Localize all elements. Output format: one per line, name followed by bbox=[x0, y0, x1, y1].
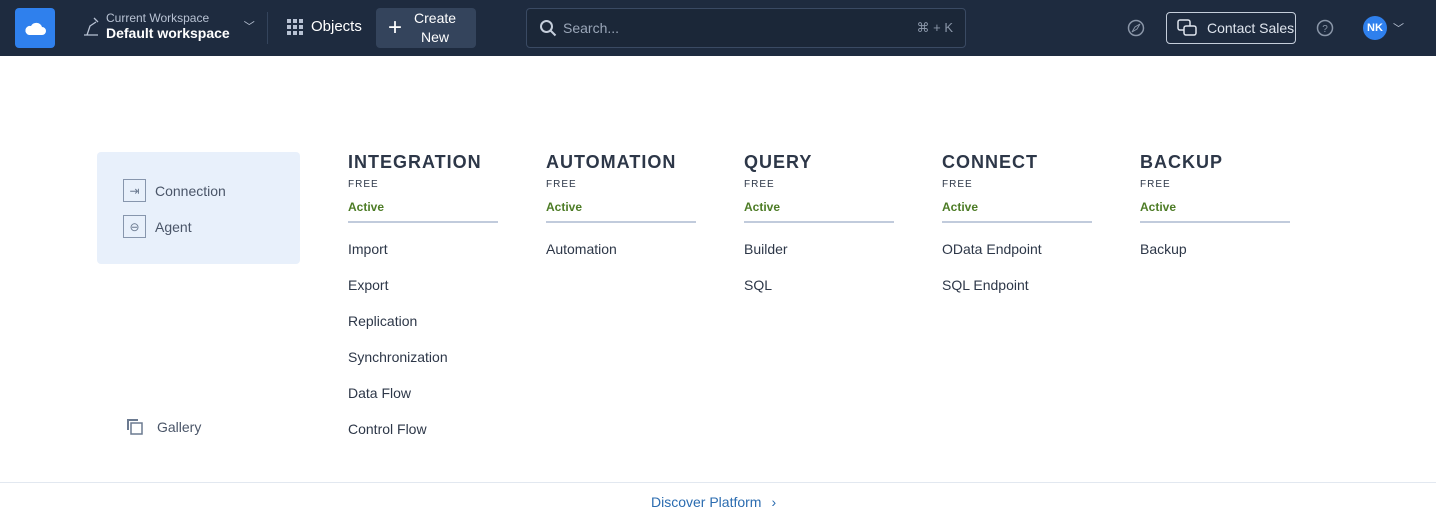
product-link[interactable]: SQL Endpoint bbox=[942, 267, 1092, 303]
product-column-integration: INTEGRATION FREE Active Import Export Repl… bbox=[348, 152, 498, 447]
product-title: AUTOMATION bbox=[546, 152, 677, 172]
status-badge: Active bbox=[348, 200, 385, 214]
sidebar-item-gallery[interactable]: Gallery bbox=[126, 418, 201, 435]
product-title: CONNECT bbox=[942, 152, 1038, 172]
search-box[interactable]: ⌘ + K bbox=[526, 8, 966, 48]
divider bbox=[546, 221, 696, 223]
search-shortcut: ⌘ + K bbox=[916, 20, 954, 35]
plan-label: FREE bbox=[546, 179, 577, 190]
user-avatar[interactable]: NK bbox=[1363, 16, 1387, 40]
product-link[interactable]: Replication bbox=[348, 303, 498, 339]
app-logo[interactable] bbox=[15, 8, 55, 48]
status-badge: Active bbox=[744, 200, 781, 214]
chevron-down-icon: ﹀ bbox=[243, 21, 255, 33]
connection-icon: ⇥ bbox=[123, 179, 146, 202]
plan-label: FREE bbox=[744, 179, 775, 190]
help-icon[interactable]: ? bbox=[1316, 19, 1334, 42]
plus-icon: + bbox=[388, 14, 403, 41]
objects-button[interactable]: Objects bbox=[287, 18, 362, 35]
workspace-switcher[interactable]: Current Workspace Default workspace ﹀ bbox=[82, 11, 255, 41]
plan-label: FREE bbox=[942, 179, 973, 190]
grid-icon bbox=[287, 18, 303, 35]
divider bbox=[744, 221, 894, 223]
divider bbox=[348, 221, 498, 223]
product-column-backup: BACKUP FREE Active Backup bbox=[1140, 152, 1290, 267]
search-input[interactable] bbox=[563, 20, 911, 36]
product-link[interactable]: Synchronization bbox=[348, 339, 498, 375]
sidebar-card bbox=[97, 152, 300, 264]
footer-divider bbox=[0, 482, 1436, 483]
chat-icon bbox=[1177, 19, 1197, 36]
cloud-icon bbox=[25, 22, 46, 35]
sidebar-item-agent[interactable]: ⊖ Agent bbox=[123, 215, 192, 238]
product-link[interactable]: SQL bbox=[744, 267, 894, 303]
agent-icon: ⊖ bbox=[123, 215, 146, 238]
contact-sales-button[interactable]: Contact Sales bbox=[1166, 12, 1296, 44]
product-title: INTEGRATION bbox=[348, 152, 482, 172]
workspace-label: Current Workspace bbox=[106, 11, 210, 25]
sidebar-item-connection[interactable]: ⇥ Connection bbox=[123, 179, 226, 202]
sidebar-item-label: Connection bbox=[155, 182, 226, 199]
product-column-connect: CONNECT FREE Active OData Endpoint SQL En… bbox=[942, 152, 1092, 303]
product-link[interactable]: Data Flow bbox=[348, 375, 498, 411]
product-link[interactable]: Control Flow bbox=[348, 411, 498, 447]
lamp-icon bbox=[84, 17, 99, 36]
product-column-query: QUERY FREE Active Builder SQL bbox=[744, 152, 894, 303]
chevron-right-icon: › bbox=[771, 494, 777, 510]
sidebar-item-label: Agent bbox=[155, 218, 192, 235]
contact-sales-label: Contact Sales bbox=[1207, 20, 1295, 36]
status-badge: Active bbox=[942, 200, 979, 214]
plan-label: FREE bbox=[1140, 179, 1171, 190]
divider bbox=[1140, 221, 1290, 223]
discover-platform-label: Discover Platform bbox=[651, 494, 762, 510]
compass-icon[interactable] bbox=[1127, 19, 1145, 42]
discover-platform-link[interactable]: Discover Platform › bbox=[651, 494, 776, 510]
status-badge: Active bbox=[546, 200, 583, 214]
product-column-automation: AUTOMATION FREE Active Automation bbox=[546, 152, 696, 267]
product-title: QUERY bbox=[744, 152, 813, 172]
product-link[interactable]: OData Endpoint bbox=[942, 231, 1092, 267]
product-link[interactable]: Backup bbox=[1140, 231, 1290, 267]
plan-label: FREE bbox=[348, 179, 379, 190]
status-badge: Active bbox=[1140, 200, 1177, 214]
product-link[interactable]: Import bbox=[348, 231, 498, 267]
create-label: Create bbox=[414, 10, 457, 26]
objects-label: Objects bbox=[311, 18, 362, 35]
workspace-name: Default workspace bbox=[106, 25, 230, 41]
new-label: New bbox=[421, 29, 450, 45]
product-link[interactable]: Automation bbox=[546, 231, 696, 267]
product-link[interactable]: Export bbox=[348, 267, 498, 303]
sidebar-item-label: Gallery bbox=[157, 418, 202, 435]
chevron-down-icon[interactable]: ﹀ bbox=[1393, 20, 1404, 36]
svg-text:?: ? bbox=[1322, 24, 1328, 35]
divider bbox=[942, 221, 1092, 223]
gallery-icon bbox=[127, 419, 143, 435]
product-link[interactable]: Builder bbox=[744, 231, 894, 267]
search-icon bbox=[540, 20, 557, 37]
create-new-button[interactable]: + Create New bbox=[376, 8, 476, 48]
product-title: BACKUP bbox=[1140, 152, 1224, 172]
divider bbox=[267, 12, 268, 44]
